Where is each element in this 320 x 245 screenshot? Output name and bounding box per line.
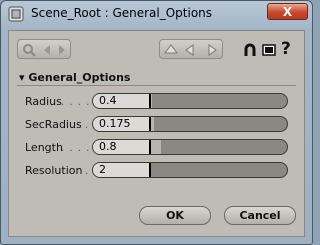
slider-fill [151,140,161,154]
param-leader: . [85,120,90,131]
section-divider [17,85,296,86]
up-icon[interactable] [164,42,178,56]
param-slider-field[interactable]: 0.4 [92,93,288,109]
param-label: Length [25,141,63,154]
next-icon[interactable] [55,42,69,56]
param-label: Resolution [25,164,83,177]
section-title: General_Options [28,71,131,84]
dialog-window: Scene_Root : General_Options X ? ▾ Gener… [0,0,313,245]
lock-icon[interactable] [22,42,36,57]
app-icon [8,6,24,22]
toolbar: ? [15,37,298,61]
slider-fill [151,94,152,108]
property-panel: ? ▾ General_Options Radius . . . . 0.4 S… [8,30,305,237]
param-slider-field[interactable]: 0.175 [92,116,288,132]
window-title: Scene_Root : General_Options [31,6,213,20]
navigation-buttons [159,39,223,59]
param-value[interactable]: 2 [93,163,151,177]
param-leader: . [85,166,90,177]
prev-icon[interactable] [40,42,54,56]
ok-button[interactable]: OK [139,206,211,225]
param-slider-field[interactable]: 2 [92,162,288,178]
param-value[interactable]: 0.175 [93,117,151,131]
section-header[interactable]: ▾ General_Options [19,71,130,84]
magnet-icon[interactable] [243,42,257,56]
param-leader: . . . . [61,97,91,108]
left-icon[interactable] [184,42,198,56]
param-label: SecRadius [25,118,82,131]
param-leader: . . . . [61,143,91,154]
collapse-icon[interactable]: ▾ [19,71,25,84]
right-icon[interactable] [204,42,218,56]
param-slider-field[interactable]: 0.8 [92,139,288,155]
param-value[interactable]: 0.8 [93,140,151,154]
help-icon[interactable]: ? [281,41,297,58]
param-label: Radius [25,95,62,108]
close-button[interactable]: X [267,3,308,20]
param-value[interactable]: 0.4 [93,94,151,108]
cancel-button[interactable]: Cancel [224,206,296,225]
slider-fill [151,117,154,131]
title-bar[interactable]: Scene_Root : General_Options X [1,1,312,27]
presets-icon[interactable] [262,42,276,56]
history-buttons [17,39,71,59]
